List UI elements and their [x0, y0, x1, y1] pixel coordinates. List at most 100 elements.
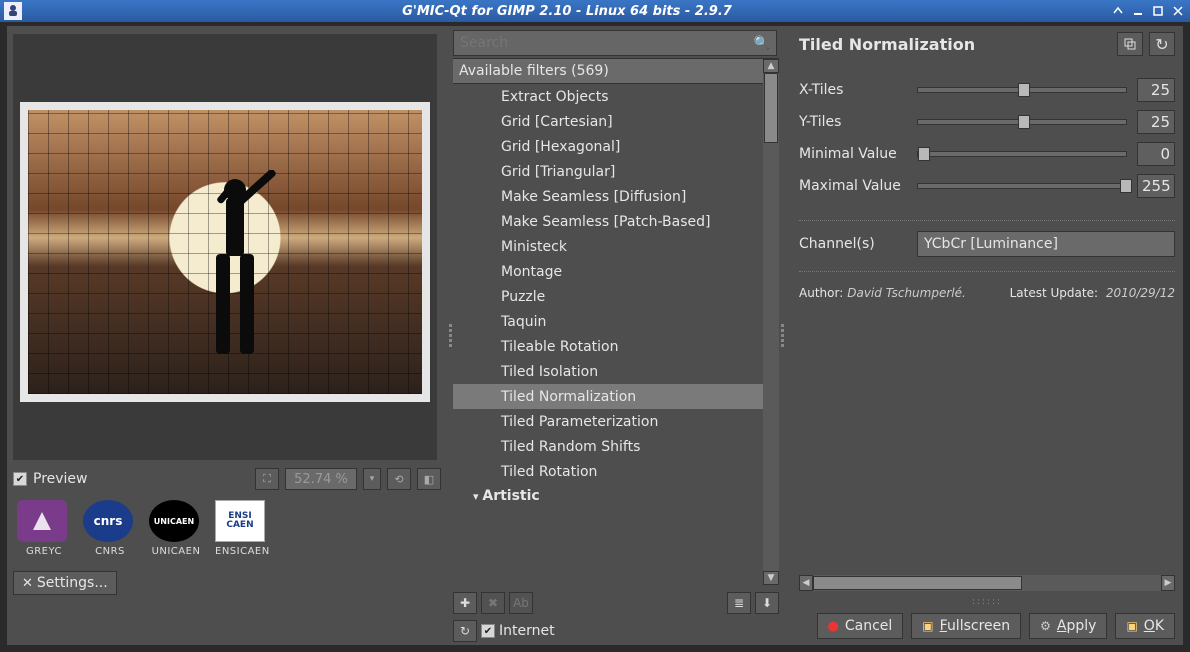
search-input[interactable] — [460, 35, 754, 51]
cnrs-logo-icon: cnrs — [83, 500, 133, 542]
copy-command-button[interactable] — [1117, 32, 1143, 56]
gear-icon: ✕ — [22, 576, 33, 591]
zoom-dropdown[interactable]: ▾ — [363, 468, 381, 490]
sponsor-unicaen[interactable]: UNICAEN UNICAEN — [149, 500, 203, 557]
channel-select[interactable]: YCbCr [Luminance] — [917, 231, 1175, 257]
expand-all-button[interactable]: ≣ — [727, 592, 751, 614]
sponsor-greyc[interactable]: GREYC — [17, 500, 71, 557]
settings-button[interactable]: ✕ Settings... — [13, 571, 117, 595]
param-row: X-Tiles25 — [799, 78, 1175, 102]
filter-item[interactable]: Tileable Rotation — [453, 334, 763, 359]
shade-button[interactable] — [1110, 4, 1126, 18]
sponsor-label: GREYC — [17, 546, 71, 557]
scroll-up-icon[interactable]: ▲ — [763, 59, 779, 73]
apply-label: Apply — [1057, 618, 1097, 634]
filter-title: Tiled Normalization — [799, 35, 1111, 54]
apply-button[interactable]: ⚙ Apply — [1029, 613, 1107, 639]
param-value[interactable]: 0 — [1137, 142, 1175, 166]
slider-knob[interactable] — [1018, 83, 1030, 97]
sponsor-ensicaen[interactable]: ENSI CAEN ENSICAEN — [215, 500, 269, 557]
preview-content-icon — [180, 170, 290, 380]
filter-item[interactable]: Extract Objects — [453, 84, 763, 109]
cancel-icon: ● — [828, 619, 839, 634]
filter-item[interactable]: Make Seamless [Diffusion] — [453, 184, 763, 209]
param-slider[interactable] — [917, 119, 1127, 125]
update-value: 2010/29/12 — [1106, 286, 1175, 300]
param-value[interactable]: 25 — [1137, 110, 1175, 134]
divider — [799, 271, 1175, 272]
filter-item[interactable]: Tiled Rotation — [453, 459, 763, 484]
scroll-down-icon[interactable]: ▼ — [763, 571, 779, 585]
sponsor-label: CNRS — [83, 546, 137, 557]
param-slider[interactable] — [917, 87, 1127, 93]
internet-checkbox[interactable]: ✔ — [481, 624, 495, 638]
internet-label: Internet — [499, 623, 555, 639]
update-label: Latest Update: — [1010, 286, 1098, 300]
preview-image[interactable] — [13, 34, 437, 460]
filter-list-header: Available filters (569) — [453, 59, 763, 84]
action-buttons: ● Cancel ▣ Fullscreen ⚙ Apply ▣ OK — [799, 613, 1175, 639]
scroll-right-icon[interactable]: ▶ — [1161, 575, 1175, 591]
filter-list-panel: 🔍 Available filters (569) Extract Object… — [453, 26, 779, 645]
filter-item[interactable]: Tiled Random Shifts — [453, 434, 763, 459]
zoom-reset-button[interactable]: ⟲ — [387, 468, 411, 490]
filter-item[interactable]: Puzzle — [453, 284, 763, 309]
scroll-thumb[interactable] — [764, 73, 778, 143]
param-label: Maximal Value — [799, 178, 917, 194]
reset-params-button[interactable]: ↻ — [1149, 32, 1175, 56]
filter-item[interactable]: Grid [Cartesian] — [453, 109, 763, 134]
scroll-left-icon[interactable]: ◀ — [799, 575, 813, 591]
remove-fave-button[interactable]: ✖ — [481, 592, 505, 614]
list-scrollbar[interactable]: ▲ ▼ — [763, 59, 779, 585]
greyc-logo-icon — [17, 500, 67, 542]
zoom-fit-button[interactable]: ⛶ — [255, 468, 279, 490]
minimize-button[interactable] — [1130, 4, 1146, 18]
filter-item[interactable]: Grid [Hexagonal] — [453, 134, 763, 159]
param-label: Y-Tiles — [799, 114, 917, 130]
filter-item[interactable]: Tiled Isolation — [453, 359, 763, 384]
add-fave-button[interactable]: ✚ — [453, 592, 477, 614]
param-value[interactable]: 25 — [1137, 78, 1175, 102]
filter-category[interactable]: Artistic — [453, 484, 763, 508]
param-slider[interactable] — [917, 151, 1127, 157]
app-icon — [4, 2, 22, 20]
params-hscrollbar[interactable]: ◀ ▶ — [799, 575, 1175, 591]
rename-fave-button[interactable]: Ab — [509, 592, 533, 614]
preview-checkbox[interactable]: ✔ — [13, 472, 27, 486]
collapse-all-button[interactable]: ⬇ — [755, 592, 779, 614]
resize-grip-icon[interactable]: :::::: — [799, 597, 1175, 607]
filter-item[interactable]: Tiled Parameterization — [453, 409, 763, 434]
slider-knob[interactable] — [1120, 179, 1132, 193]
cancel-button[interactable]: ● Cancel — [817, 613, 904, 639]
close-button[interactable] — [1170, 4, 1186, 18]
sponsor-row: GREYC cnrs CNRS UNICAEN UNICAEN ENSI CAE… — [13, 500, 441, 557]
fullscreen-button[interactable]: ▣ Fullscreen — [911, 613, 1021, 639]
search-row: 🔍 — [453, 30, 777, 56]
channel-label: Channel(s) — [799, 236, 917, 252]
param-row: Minimal Value0 — [799, 142, 1175, 166]
filter-item[interactable]: Make Seamless [Patch-Based] — [453, 209, 763, 234]
filter-list[interactable]: Available filters (569) Extract ObjectsG… — [453, 59, 763, 585]
ok-button[interactable]: ▣ OK — [1115, 613, 1175, 639]
filter-item[interactable]: Tiled Normalization — [453, 384, 763, 409]
settings-label: Settings... — [37, 575, 108, 591]
refresh-filters-button[interactable]: ↻ — [453, 620, 477, 642]
param-slider[interactable] — [917, 183, 1127, 189]
filter-item[interactable]: Ministeck — [453, 234, 763, 259]
filter-item[interactable]: Montage — [453, 259, 763, 284]
filter-item[interactable]: Taquin — [453, 309, 763, 334]
slider-knob[interactable] — [918, 147, 930, 161]
param-value[interactable]: 255 — [1137, 174, 1175, 198]
preview-label: Preview — [33, 471, 88, 487]
hscroll-thumb[interactable] — [813, 576, 1022, 590]
zoom-value[interactable]: 52.74 % — [285, 468, 357, 490]
zoom-toggle-button[interactable]: ◧ — [417, 468, 441, 490]
maximize-button[interactable] — [1150, 4, 1166, 18]
ok-icon: ▣ — [1126, 619, 1137, 633]
ensicaen-logo-icon: ENSI CAEN — [215, 500, 265, 542]
filter-toolbar: ✚ ✖ Ab ≣ ⬇ ↻ ✔ Internet — [453, 589, 779, 645]
sponsor-cnrs[interactable]: cnrs CNRS — [83, 500, 137, 557]
slider-knob[interactable] — [1018, 115, 1030, 129]
filter-item[interactable]: Grid [Triangular] — [453, 159, 763, 184]
apply-icon: ⚙ — [1040, 619, 1051, 633]
